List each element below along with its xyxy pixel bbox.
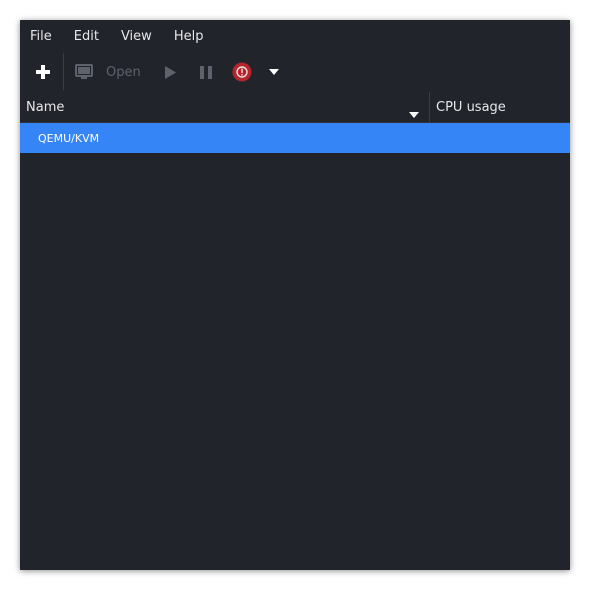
list-item[interactable]: QEMU/KVM [20,123,570,153]
chevron-down-icon [269,69,279,75]
pause-icon [200,65,212,79]
connection-label: QEMU/KVM [38,131,100,145]
shutdown-menu-button[interactable] [265,60,283,84]
play-icon [165,65,176,79]
list-header: Name CPU usage [20,92,570,123]
open-label: Open [106,64,141,80]
shutdown-button[interactable] [231,60,253,84]
column-header-name[interactable]: Name [26,100,64,115]
menu-view[interactable]: View [121,29,152,44]
plus-icon [36,65,50,79]
connection-list: QEMU/KVM [20,123,570,570]
run-button[interactable] [160,60,180,84]
monitor-icon [75,64,93,79]
menu-help[interactable]: Help [174,29,204,44]
toolbar-separator [63,53,64,90]
sort-indicator-icon[interactable] [409,103,419,122]
new-vm-button[interactable] [31,60,55,84]
open-console-button[interactable]: Open [75,60,165,84]
menu-file[interactable]: File [30,29,52,44]
toolbar: Open [20,52,570,92]
column-divider[interactable] [429,92,430,123]
pause-button[interactable] [196,60,216,84]
power-icon [232,62,252,82]
menu-bar: File Edit View Help [20,20,570,52]
column-header-cpu-usage[interactable]: CPU usage [436,100,506,115]
virt-manager-window: File Edit View Help Open Name CPU usage … [20,20,570,570]
menu-edit[interactable]: Edit [74,29,99,44]
